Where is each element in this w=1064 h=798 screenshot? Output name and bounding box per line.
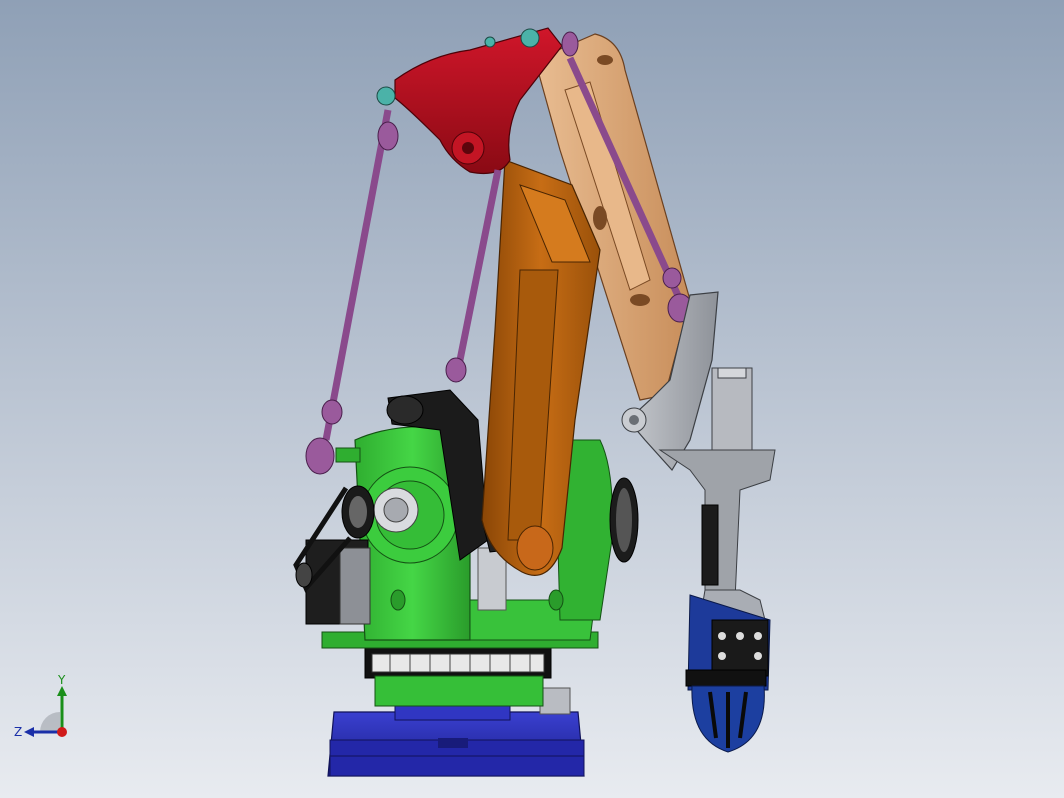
triad-plane-icon	[40, 712, 60, 732]
axis-triad: Y Z	[14, 673, 67, 739]
right-gear	[609, 477, 639, 563]
origin-icon	[57, 727, 67, 737]
top-link	[376, 27, 563, 175]
gripper	[685, 594, 771, 753]
left-drive-motor	[293, 485, 375, 625]
turntable-ring	[364, 647, 552, 707]
y-axis-label: Y	[57, 673, 66, 687]
z-axis-label: Z	[14, 725, 22, 739]
cad-viewport[interactable]	[0, 0, 1064, 798]
